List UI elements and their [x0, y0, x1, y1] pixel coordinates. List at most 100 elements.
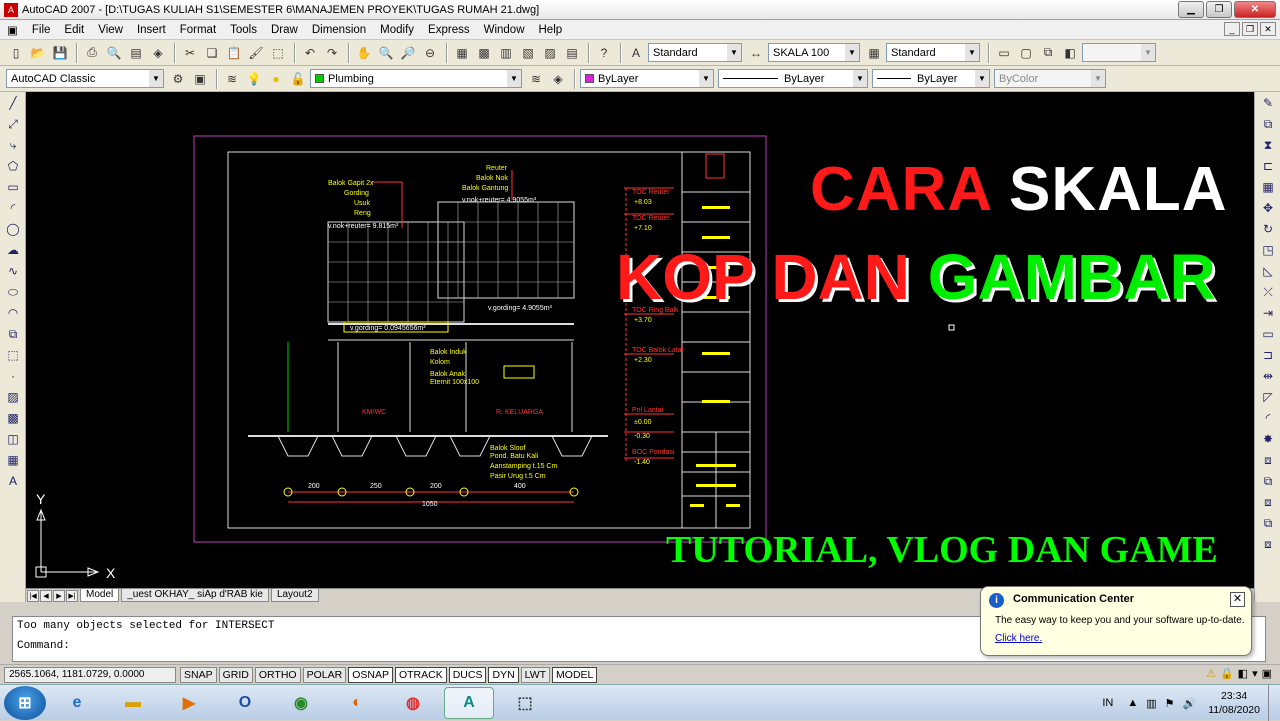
language-indicator[interactable]: IN — [1102, 697, 1113, 709]
dim-style-select[interactable]: SKALA 100 ▼ — [768, 43, 860, 62]
clock[interactable]: 23:34 11/08/2020 — [1208, 689, 1260, 717]
model-toggle[interactable]: MODEL — [552, 666, 598, 683]
viewport-icon-4[interactable]: ◧ — [1060, 43, 1080, 63]
text-style-icon[interactable]: A — [626, 43, 646, 63]
draworder-front-icon[interactable]: ⧉ — [1257, 471, 1279, 491]
menu-doc-icon[interactable]: ▣ — [0, 23, 25, 37]
mirror-icon[interactable]: ⧗ — [1257, 135, 1279, 155]
break-icon[interactable]: ⊐ — [1257, 345, 1279, 365]
cut-icon[interactable]: ✂ — [180, 43, 200, 63]
stretch-icon[interactable]: ◺ — [1257, 261, 1279, 281]
design-center-icon[interactable]: ▩ — [474, 43, 494, 63]
scale-icon[interactable]: ◳ — [1257, 240, 1279, 260]
draworder-back-icon[interactable]: ⧈ — [1257, 492, 1279, 512]
show-desktop-button[interactable] — [1268, 685, 1280, 721]
region-icon[interactable]: ◫ — [2, 429, 24, 449]
text-style-select[interactable]: Standard ▼ — [648, 43, 742, 62]
tab-prev-button[interactable]: ◀ — [40, 589, 52, 602]
markup-icon[interactable]: ▨ — [540, 43, 560, 63]
clean-screen-icon[interactable]: ▣ — [1262, 667, 1272, 680]
ellipse-icon[interactable]: ⬭ — [2, 282, 24, 302]
arc-icon[interactable]: ◜ — [2, 198, 24, 218]
zoom-previous-icon[interactable]: ⊖ — [420, 43, 440, 63]
show-hidden-icons-icon[interactable]: ▲ — [1127, 697, 1138, 709]
ellipse-arc-icon[interactable]: ◠ — [2, 303, 24, 323]
trim-icon[interactable]: ⤫ — [1257, 282, 1279, 302]
lineweight-select[interactable]: ByLayer ▼ — [872, 69, 990, 88]
network-icon[interactable]: ▥ — [1146, 697, 1156, 710]
explode-icon[interactable]: ✸ — [1257, 429, 1279, 449]
spline-icon[interactable]: ∿ — [2, 261, 24, 281]
multiline-text-icon[interactable]: A — [2, 471, 24, 491]
copy-object-icon[interactable]: ⧉ — [1257, 114, 1279, 134]
ducs-toggle[interactable]: DUCS — [448, 666, 487, 683]
popup-close-button[interactable]: ✕ — [1230, 592, 1245, 607]
tab-first-button[interactable]: |◀ — [27, 589, 39, 602]
restore-button[interactable]: ❐ — [1206, 1, 1232, 18]
workspace-settings-icon[interactable]: ⚙ — [168, 69, 188, 89]
menu-tools[interactable]: Tools — [223, 24, 264, 36]
firefox-icon[interactable]: ◐ — [332, 687, 382, 719]
menu-format[interactable]: Format — [173, 24, 223, 36]
point-icon[interactable]: · — [2, 366, 24, 386]
tool-palettes-icon[interactable]: ▥ — [496, 43, 516, 63]
menu-modify[interactable]: Modify — [373, 24, 421, 36]
viewport-icon-2[interactable]: ▢ — [1016, 43, 1036, 63]
publish-icon[interactable]: ▤ — [126, 43, 146, 63]
lock-toolbar-icon[interactable]: 🔒 — [1220, 667, 1234, 680]
linetype-select[interactable]: ByLayer ▼ — [718, 69, 868, 88]
tab-last-button[interactable]: ▶| — [66, 589, 78, 602]
workspace-save-icon[interactable]: ▣ — [190, 69, 210, 89]
menu-insert[interactable]: Insert — [130, 24, 173, 36]
viewport-icon-1[interactable]: ▭ — [994, 43, 1014, 63]
fillet-icon[interactable]: ◜ — [1257, 408, 1279, 428]
draworder-icon[interactable]: ⧈ — [1257, 450, 1279, 470]
move-icon[interactable]: ✥ — [1257, 198, 1279, 218]
undo-icon[interactable]: ↶ — [300, 43, 320, 63]
menu-edit[interactable]: Edit — [57, 24, 91, 36]
minimize-button[interactable]: ▁ — [1178, 1, 1204, 18]
lwt-toggle[interactable]: LWT — [520, 666, 551, 683]
copy-icon[interactable]: ❏ — [202, 43, 222, 63]
extend-icon[interactable]: ⇥ — [1257, 303, 1279, 323]
rotate-icon[interactable]: ↻ — [1257, 219, 1279, 239]
plot-icon[interactable]: ⎙ — [82, 43, 102, 63]
menu-dimension[interactable]: Dimension — [305, 24, 373, 36]
table-style-icon[interactable]: ▦ — [864, 43, 884, 63]
plotstyle-select[interactable]: ByColor ▼ — [994, 69, 1106, 88]
plot-preview-icon[interactable]: 🔍 — [104, 43, 124, 63]
polygon-icon[interactable]: ⬠ — [2, 156, 24, 176]
popup-link[interactable]: Click here. — [995, 633, 1042, 644]
array-icon[interactable]: ▦ — [1257, 177, 1279, 197]
table-icon[interactable]: ▦ — [2, 450, 24, 470]
dyn-toggle[interactable]: DYN — [488, 666, 519, 683]
start-button[interactable]: ⊞ — [4, 685, 46, 720]
autocad-task-icon[interactable]: A — [444, 686, 494, 719]
layer-manager-icon[interactable]: ≋ — [222, 69, 242, 89]
line-icon[interactable]: ╱ — [2, 93, 24, 113]
ortho-toggle[interactable]: ORTHO — [254, 666, 301, 683]
close-button[interactable]: ✕ — [1234, 1, 1276, 18]
join-icon[interactable]: ⇹ — [1257, 366, 1279, 386]
media-player-icon[interactable]: ▶ — [164, 687, 214, 719]
save-icon[interactable]: 💾 — [50, 43, 70, 63]
polar-toggle[interactable]: POLAR — [302, 666, 347, 683]
help-icon[interactable]: ? — [594, 43, 614, 63]
outlook-icon[interactable]: O — [220, 687, 270, 719]
otrack-toggle[interactable]: OTRACK — [394, 666, 447, 683]
snap-toggle[interactable]: SNAP — [180, 666, 217, 683]
chrome-icon[interactable]: ◉ — [276, 687, 326, 719]
grid-toggle[interactable]: GRID — [218, 666, 253, 683]
open-icon[interactable]: 📂 — [28, 43, 48, 63]
hatch-icon[interactable]: ▨ — [2, 387, 24, 407]
menu-window[interactable]: Window — [477, 24, 532, 36]
construction-line-icon[interactable]: ⤢ — [2, 114, 24, 134]
viewport-scale-select[interactable]: ▼ — [1082, 43, 1156, 62]
drawing-canvas[interactable]: Balok Gapit 2x Gording Usuk Reng Reuter … — [26, 92, 1254, 588]
tab-next-button[interactable]: ▶ — [53, 589, 65, 602]
coordinates-display[interactable]: 2565.1064, 1181.0729, 0.0000 — [4, 666, 176, 683]
polyline-icon[interactable]: ⤷ — [2, 135, 24, 155]
zoom-window-icon[interactable]: 🔎 — [398, 43, 418, 63]
tab-layout2[interactable]: Layout2 — [270, 589, 319, 602]
menu-express[interactable]: Express — [421, 24, 477, 36]
